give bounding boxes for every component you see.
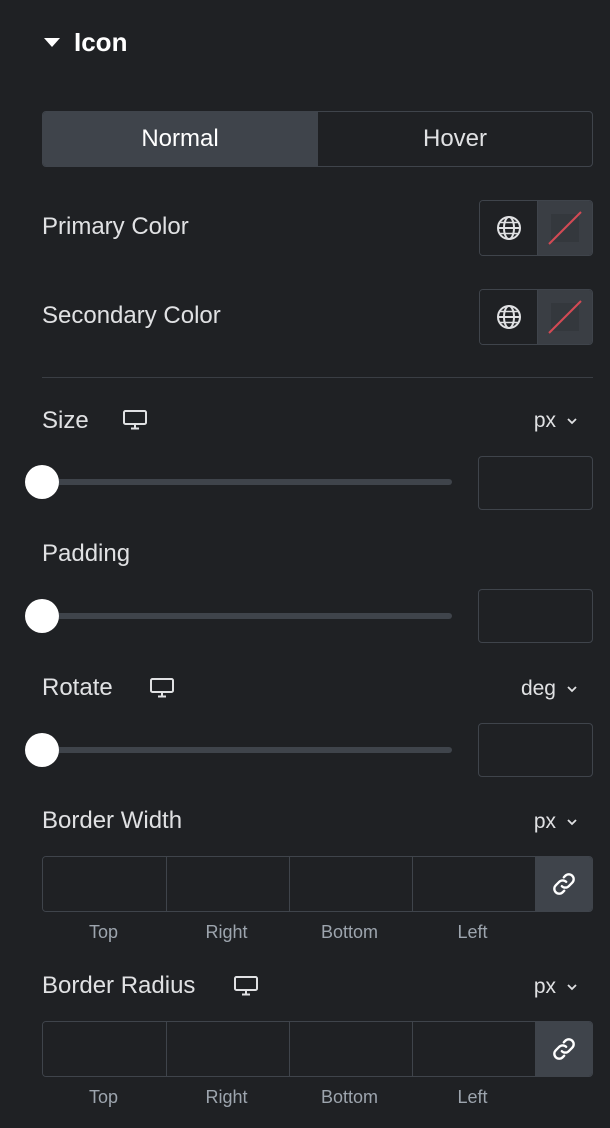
rotate-slider-track[interactable]: [42, 747, 452, 753]
side-label-bottom: Bottom: [320, 922, 379, 942]
border-width-top-input[interactable]: [43, 857, 166, 911]
state-tabs: Normal Hover: [42, 111, 593, 167]
tab-normal[interactable]: Normal: [43, 112, 317, 166]
padding-label: Padding: [42, 540, 131, 567]
desktop-icon[interactable]: [233, 975, 259, 997]
border-radius-top-input[interactable]: [43, 1022, 166, 1076]
primary-color-label: Primary Color: [42, 213, 189, 240]
padding-slider-handle[interactable]: [25, 599, 59, 633]
border-radius-right-input[interactable]: [166, 1022, 289, 1076]
border-width-unit-value: px: [533, 810, 556, 833]
size-slider-handle[interactable]: [25, 465, 59, 499]
secondary-color-swatch[interactable]: [537, 290, 592, 344]
size-label: Size: [42, 407, 89, 434]
chevron-down-icon: [567, 418, 577, 425]
border-radius-label: Border Radius: [42, 972, 196, 999]
border-radius-dimensions: [42, 1021, 593, 1077]
icon-style-panel: Icon Normal Hover Primary Color Secondar…: [0, 0, 610, 1128]
desktop-icon[interactable]: [122, 409, 148, 431]
desktop-icon[interactable]: [149, 677, 175, 699]
link-icon: [553, 1038, 575, 1060]
rotate-input[interactable]: [478, 723, 593, 777]
border-radius-side-labels: Top Right Bottom Left: [42, 1087, 534, 1108]
side-label-top: Top: [88, 1087, 119, 1107]
border-width-unit-select[interactable]: px: [534, 810, 578, 834]
side-label-left: Left: [457, 922, 488, 942]
border-width-bottom-input[interactable]: [289, 857, 412, 911]
secondary-global-colors-button[interactable]: [480, 290, 537, 344]
border-width-label: Border Width: [42, 807, 183, 834]
side-label-left: Left: [457, 1087, 488, 1107]
globe-icon: [496, 305, 521, 329]
side-label-right: Right: [205, 922, 248, 942]
section-title: Icon: [74, 26, 128, 57]
primary-color-control: [479, 200, 593, 256]
side-label-right: Right: [205, 1087, 248, 1107]
no-color-slash-icon: [548, 211, 582, 245]
side-label-top: Top: [88, 922, 119, 942]
caret-down-icon: [44, 37, 60, 47]
rotate-slider-handle[interactable]: [25, 733, 59, 767]
padding-slider-track[interactable]: [42, 613, 452, 619]
size-unit-value: px: [533, 409, 556, 432]
no-color-slash-icon: [548, 300, 582, 334]
border-width-link-button[interactable]: [535, 857, 592, 911]
chevron-down-icon: [567, 686, 577, 693]
border-radius-bottom-input[interactable]: [289, 1022, 412, 1076]
globe-icon: [496, 216, 521, 240]
secondary-color-label: Secondary Color: [42, 302, 221, 329]
chevron-down-icon: [567, 984, 577, 991]
padding-input[interactable]: [478, 589, 593, 643]
divider: [42, 377, 593, 378]
border-radius-left-input[interactable]: [412, 1022, 535, 1076]
chevron-down-icon: [567, 819, 577, 826]
tab-hover[interactable]: Hover: [317, 112, 592, 166]
rotate-unit-select[interactable]: deg: [521, 677, 578, 701]
rotate-unit-value: deg: [520, 677, 556, 700]
border-width-right-input[interactable]: [166, 857, 289, 911]
border-radius-unit-value: px: [533, 975, 556, 998]
size-input[interactable]: [478, 456, 593, 510]
icon-section-toggle[interactable]: Icon: [44, 22, 127, 62]
side-label-bottom: Bottom: [320, 1087, 379, 1107]
border-radius-unit-select[interactable]: px: [534, 975, 578, 999]
primary-global-colors-button[interactable]: [480, 201, 537, 255]
size-slider-track[interactable]: [42, 479, 452, 485]
border-width-left-input[interactable]: [412, 857, 535, 911]
primary-color-swatch[interactable]: [537, 201, 592, 255]
size-unit-select[interactable]: px: [534, 409, 578, 433]
border-radius-link-button[interactable]: [535, 1022, 592, 1076]
border-width-side-labels: Top Right Bottom Left: [42, 922, 534, 943]
border-width-dimensions: [42, 856, 593, 912]
rotate-label: Rotate: [42, 674, 113, 701]
secondary-color-control: [479, 289, 593, 345]
link-icon: [553, 873, 575, 895]
